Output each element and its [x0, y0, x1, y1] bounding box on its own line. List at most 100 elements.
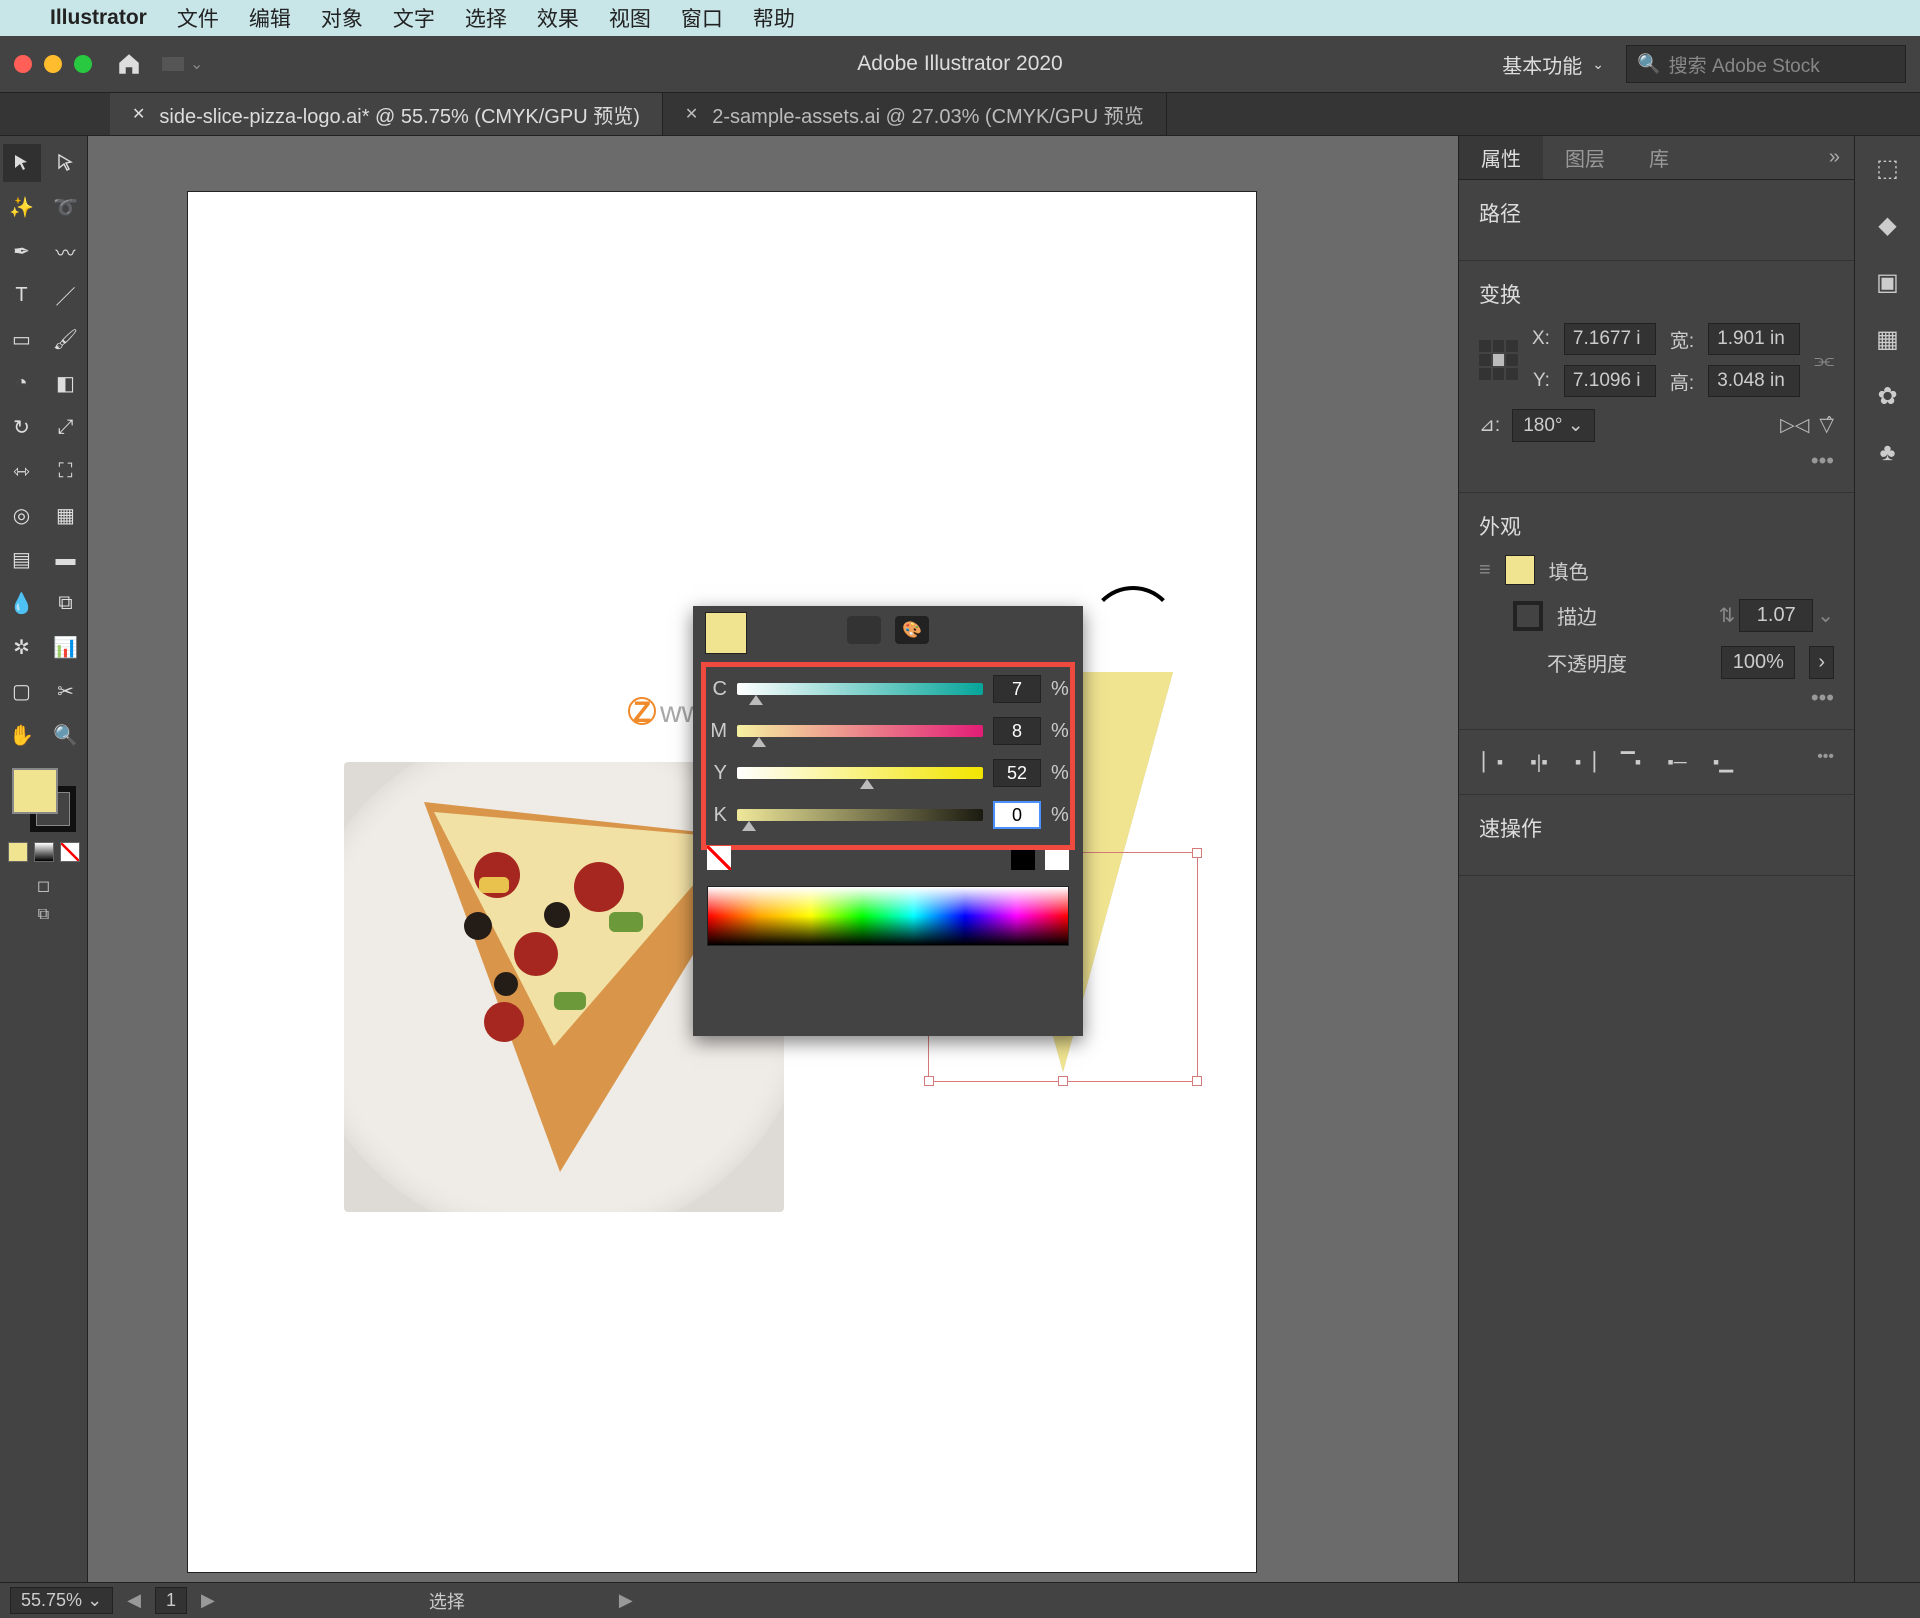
brushes-panel-icon[interactable]: ✿ — [1877, 382, 1897, 411]
stepper-icon[interactable]: ⇅ — [1718, 603, 1735, 628]
close-icon[interactable]: ✕ — [685, 104, 698, 124]
minimize-button[interactable] — [44, 55, 62, 73]
menu-help[interactable]: 帮助 — [753, 3, 795, 33]
zoom-tool[interactable]: 🔍 — [47, 716, 85, 754]
free-transform-tool[interactable]: ⛶ — [47, 452, 85, 490]
artboards-panel-icon[interactable]: ▣ — [1876, 268, 1899, 297]
next-artboard-icon[interactable]: ▶ — [201, 1590, 215, 1611]
doc-tab-1[interactable]: ✕ side-slice-pizza-logo.ai* @ 55.75% (CM… — [110, 93, 663, 135]
stroke-weight[interactable]: 1.07 — [1739, 599, 1813, 632]
nav-arrow-icon[interactable]: ▶ — [619, 1590, 633, 1611]
swatches-panel-icon[interactable]: ▦ — [1876, 325, 1899, 354]
x-value[interactable]: 7.1677 i — [1564, 323, 1656, 355]
w-value[interactable]: 1.901 in — [1708, 323, 1800, 355]
handle-bm[interactable] — [1058, 1076, 1068, 1086]
zoom-level[interactable]: 55.75% ⌄ — [10, 1587, 113, 1614]
layers-panel-icon[interactable]: ◆ — [1878, 211, 1896, 240]
y-value[interactable]: 7.1096 i — [1564, 365, 1656, 397]
flip-h-icon[interactable]: ▷◁ — [1780, 414, 1809, 437]
menu-view[interactable]: 视图 — [609, 3, 651, 33]
workspace-switcher[interactable]: 基本功能 ⌄ — [1502, 50, 1604, 79]
menu-object[interactable]: 对象 — [321, 3, 363, 33]
stock-search[interactable]: 🔍 搜索 Adobe Stock — [1626, 45, 1906, 83]
menu-effect[interactable]: 效果 — [537, 3, 579, 33]
artboard-tool[interactable]: ▢ — [3, 672, 41, 710]
menu-file[interactable]: 文件 — [177, 3, 219, 33]
curvature-tool[interactable]: 〰 — [47, 232, 85, 270]
align-top-icon[interactable]: ▔▪ — [1617, 748, 1645, 776]
slider-track-y[interactable] — [737, 767, 983, 779]
close-icon[interactable]: ✕ — [132, 104, 145, 124]
menu-window[interactable]: 窗口 — [681, 3, 723, 33]
more-options-icon[interactable]: ••• — [1817, 748, 1834, 776]
none-swatch[interactable] — [707, 846, 731, 870]
blend-tool[interactable]: ⧉ — [47, 584, 85, 622]
flip-v-icon[interactable]: ▽̂ — [1819, 414, 1834, 437]
shape-builder-tool[interactable]: ◎ — [3, 496, 41, 534]
menu-edit[interactable]: 编辑 — [249, 3, 291, 33]
maximize-button[interactable] — [74, 55, 92, 73]
gradient-tool[interactable]: ▬ — [47, 540, 85, 578]
slider-track-c[interactable] — [737, 683, 983, 695]
align-hcenter-icon[interactable]: ▪|▪ — [1525, 748, 1553, 776]
align-bottom-icon[interactable]: ▪▁ — [1709, 748, 1737, 776]
swatches-mode-icon[interactable] — [847, 616, 881, 644]
slice-tool[interactable]: ✂ — [47, 672, 85, 710]
list-icon[interactable]: ≡ — [1479, 559, 1491, 582]
line-tool[interactable]: ／ — [47, 276, 85, 314]
reference-point[interactable] — [1479, 340, 1518, 380]
brush-tool[interactable]: 🖌 — [47, 320, 85, 358]
hand-tool[interactable]: ✋ — [3, 716, 41, 754]
artboard-number[interactable]: 1 — [155, 1587, 187, 1614]
slider-track-k[interactable] — [737, 809, 983, 821]
draw-normal-icon[interactable]: ◻ — [37, 876, 50, 896]
eraser-tool[interactable]: ◧ — [47, 364, 85, 402]
more-options-icon[interactable]: ••• — [1479, 685, 1834, 711]
mesh-tool[interactable]: ▤ — [3, 540, 41, 578]
scale-tool[interactable]: ⤢ — [47, 408, 85, 446]
slider-thumb[interactable] — [749, 695, 763, 705]
slider-thumb[interactable] — [860, 779, 874, 789]
graph-tool[interactable]: 📊 — [47, 628, 85, 666]
app-name[interactable]: Illustrator — [50, 6, 147, 30]
panel-fill-swatch[interactable] — [705, 612, 747, 654]
fill-swatch[interactable] — [1505, 555, 1535, 585]
direct-selection-tool[interactable] — [47, 144, 85, 182]
collapse-icon[interactable]: » — [1829, 146, 1840, 169]
more-options-icon[interactable]: ••• — [1479, 448, 1834, 474]
perspective-tool[interactable]: ▦ — [47, 496, 85, 534]
spectrum-picker[interactable] — [707, 886, 1069, 946]
symbols-panel-icon[interactable]: ♣ — [1880, 439, 1896, 467]
prev-artboard-icon[interactable]: ◀ — [127, 1590, 141, 1611]
align-right-icon[interactable]: ▪▕ — [1571, 748, 1599, 776]
slider-thumb[interactable] — [742, 821, 756, 831]
slider-thumb[interactable] — [752, 737, 766, 747]
magic-wand-tool[interactable]: ✨ — [3, 188, 41, 226]
canvas[interactable]: Zwww.MacZ.com 青色改为「7」，洋红改为「8」，黄色改为「52」，黑… — [88, 136, 1458, 1618]
tab-layers[interactable]: 图层 — [1543, 136, 1627, 179]
solid-color-icon[interactable] — [8, 842, 28, 862]
arrange-icon[interactable] — [162, 57, 184, 71]
draw-behind-icon[interactable]: ⧉ — [38, 906, 49, 924]
home-icon[interactable] — [116, 51, 142, 77]
eyedropper-tool[interactable]: 💧 — [3, 584, 41, 622]
symbol-sprayer-tool[interactable]: ✲ — [3, 628, 41, 666]
3d-panel-icon[interactable]: ⬚ — [1876, 154, 1899, 183]
selection-tool[interactable] — [3, 144, 41, 182]
type-tool[interactable]: T — [3, 276, 41, 314]
angle-value[interactable]: 180° ⌄ — [1512, 409, 1595, 442]
chevron-right-icon[interactable]: › — [1809, 646, 1834, 679]
chevron-down-icon[interactable]: ⌄ — [190, 54, 203, 74]
handle-bl[interactable] — [924, 1076, 934, 1086]
handle-tr[interactable] — [1192, 848, 1202, 858]
tab-properties[interactable]: 属性 — [1459, 136, 1543, 179]
none-icon[interactable] — [60, 842, 80, 862]
color-mode-icon[interactable]: 🎨 — [895, 616, 929, 644]
handle-br[interactable] — [1192, 1076, 1202, 1086]
width-tool[interactable]: ⇿ — [3, 452, 41, 490]
slider-track-m[interactable] — [737, 725, 983, 737]
shaper-tool[interactable]: ◔ — [3, 364, 41, 402]
fill-swatch[interactable] — [12, 768, 58, 814]
gradient-icon[interactable] — [34, 842, 54, 862]
opacity-value[interactable]: 100% — [1721, 646, 1795, 679]
